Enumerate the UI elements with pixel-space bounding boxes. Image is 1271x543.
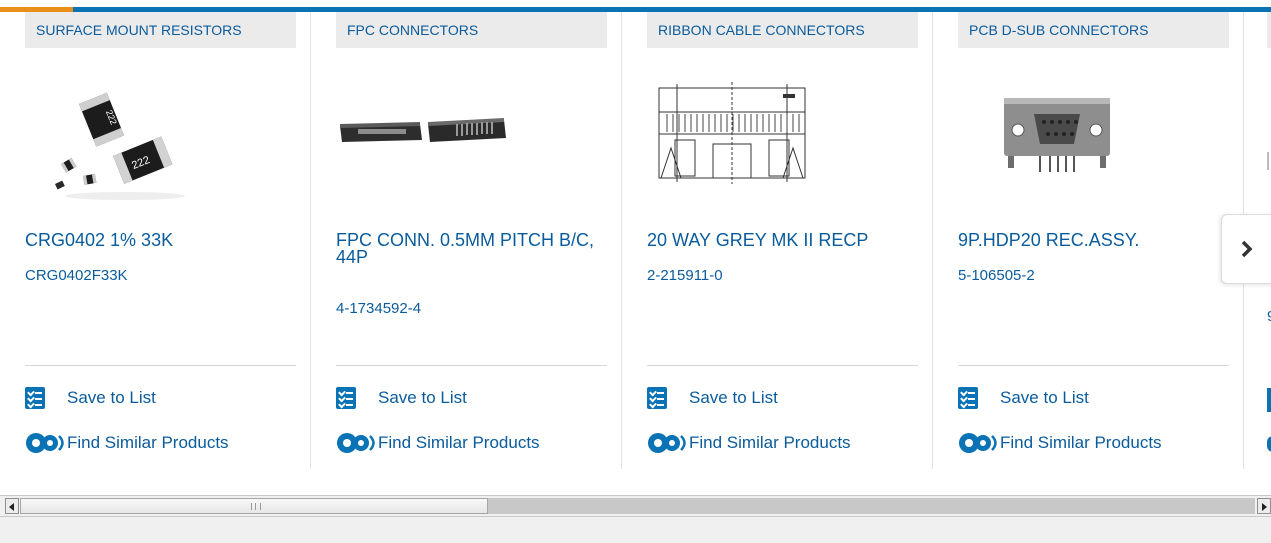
product-image[interactable] [1267,152,1271,170]
list-check-icon [647,387,667,409]
scrollbar-thumb[interactable] [20,498,488,514]
part-number[interactable]: 4-1734592-4 [336,300,607,318]
scroll-right-arrow-icon[interactable] [1257,498,1271,514]
save-to-list-button[interactable]: Save to List [958,386,1089,410]
find-similar-button[interactable]: Find Similar Products [958,431,1162,455]
product-card: SURFACE MOUNT RESISTORS 222 222 CRG0402 … [0,12,311,469]
list-check-icon [336,387,356,409]
product-card: FPC CONNECTORS FPC CONN. 0.5MM PITCH B/C… [311,12,622,469]
product-image[interactable] [336,68,607,208]
category-tab[interactable]: FPC CONNECTORS [336,12,607,48]
category-tab[interactable]: PCB D-SUB CONNECTORS [958,12,1229,48]
part-number[interactable]: 5-106505-2 [958,267,1229,285]
similar-label: Find Similar Products [378,433,540,452]
gears-icon[interactable] [1267,436,1271,452]
product-name[interactable]: FPC CONN. 0.5MM PITCH B/C, 44P [336,231,611,266]
horizontal-scrollbar[interactable] [0,495,1271,517]
category-tab[interactable]: RIBBON CABLE CONNECTORS [647,12,918,48]
scroll-left-arrow-icon[interactable] [5,498,19,514]
find-similar-button[interactable]: Find Similar Products [647,431,851,455]
category-tab[interactable]: SURFACE MOUNT RESISTORS [25,12,296,48]
part-number[interactable]: CRG0402F33K [25,267,296,285]
product-name[interactable]: 9P.HDP20 REC.ASSY. [958,231,1233,249]
save-label: Save to List [378,388,467,407]
find-similar-button[interactable]: Find Similar Products [25,431,229,455]
list-check-icon[interactable] [1267,388,1271,412]
gears-icon [26,433,64,453]
product-carousel: SURFACE MOUNT RESISTORS 222 222 CRG0402 … [0,0,1271,495]
product-image[interactable] [958,68,1229,208]
card-divider [958,365,1229,366]
similar-label: Find Similar Products [1000,433,1162,452]
card-divider [647,365,918,366]
similar-label: Find Similar Products [689,433,851,452]
save-label: Save to List [1000,388,1089,407]
scrollbar-grip-icon [251,503,261,510]
product-card: RIBBON CABLE CONNECTORS 20 WAY GREY MK I… [622,12,933,469]
card-divider [25,365,296,366]
list-check-icon [958,387,978,409]
save-to-list-button[interactable]: Save to List [25,386,156,410]
save-to-list-button[interactable]: Save to List [336,386,467,410]
product-name[interactable]: 20 WAY GREY MK II RECP [647,231,922,249]
category-tab[interactable] [1267,12,1271,48]
similar-label: Find Similar Products [67,433,229,452]
card-divider [336,365,607,366]
carousel-next-button[interactable] [1221,214,1271,284]
gears-icon [648,433,686,453]
product-name[interactable]: CRG0402 1% 33K [25,231,300,249]
save-label: Save to List [689,388,778,407]
product-card: PCB D-SUB CONNECTORS 9P.HDP20 REC.ASSY. … [933,12,1244,469]
product-image[interactable] [647,68,918,208]
gears-icon [959,433,997,453]
find-similar-button[interactable]: Find Similar Products [336,431,540,455]
save-label: Save to List [67,388,156,407]
gears-icon [337,433,375,453]
save-to-list-button[interactable]: Save to List [647,386,778,410]
part-number[interactable]: 2-215911-0 [647,267,918,285]
chevron-right-icon [1241,240,1253,258]
product-carousel-panel: SURFACE MOUNT RESISTORS 222 222 CRG0402 … [0,0,1271,495]
list-check-icon [25,387,45,409]
product-image[interactable]: 222 222 [25,68,296,208]
part-number[interactable]: 9 [1267,308,1271,325]
